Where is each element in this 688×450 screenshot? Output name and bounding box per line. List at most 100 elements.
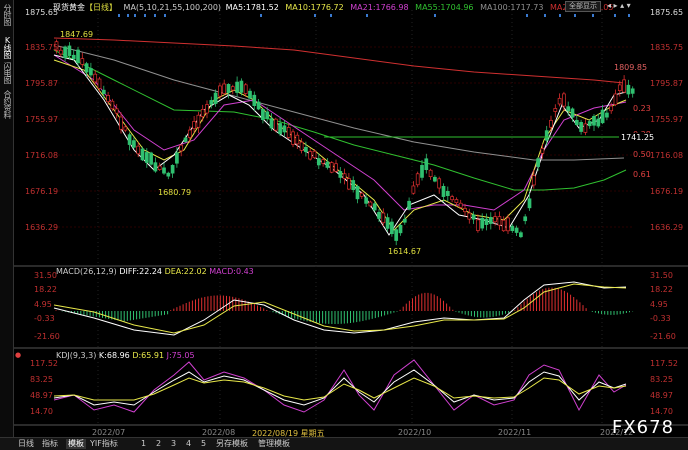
kdj-params: KDJ(9,3,3) <box>56 351 97 360</box>
candle-body <box>519 232 523 238</box>
candle-body <box>596 118 601 127</box>
candle-body <box>471 214 476 220</box>
bottom-item-0[interactable]: 日线 <box>18 439 34 449</box>
event-dot <box>118 14 120 17</box>
candle-body <box>58 49 63 55</box>
nav-arrows[interactable]: ◂ ▸ ▴ ▾ <box>607 1 631 10</box>
ma5-value: MA5:1781.52 <box>225 3 279 12</box>
candle-body <box>89 68 93 76</box>
event-dot <box>628 14 630 17</box>
candle-body <box>355 185 360 200</box>
macd-header: MACD(26,12,9) DIFF:22.24 DEA:22.02 MACD:… <box>56 267 254 276</box>
tab-timeshare[interactable]: 分时图 <box>1 4 12 25</box>
candle-body <box>140 148 145 161</box>
event-dot <box>127 14 129 17</box>
kdj-tick: 14.70 <box>30 407 53 416</box>
candle-body <box>252 94 257 106</box>
candle-body <box>226 84 231 93</box>
event-dot <box>614 14 616 17</box>
candle-body <box>273 118 278 131</box>
macd-tick-right: -0.33 <box>650 314 671 323</box>
candle-body <box>123 126 128 131</box>
show-all-button[interactable]: 全部显示 <box>565 1 601 12</box>
candle-body <box>304 146 308 153</box>
bottom-item-4[interactable]: 1 <box>141 439 146 449</box>
price-tick: 1795.87 <box>25 79 59 88</box>
candle-body <box>175 152 179 164</box>
period-label[interactable]: 【日线】 <box>85 3 117 12</box>
candle-body <box>230 86 235 91</box>
event-dot <box>134 14 136 17</box>
macd-tick-right: -21.60 <box>650 332 676 341</box>
bottom-item-3[interactable]: YIF指标 <box>90 439 118 449</box>
kdj-tick-right: 48.97 <box>650 391 673 400</box>
high-annotation: 1847.69 <box>60 30 94 39</box>
tab-kline[interactable]: K线图 <box>1 36 12 58</box>
candle-body <box>101 89 106 95</box>
ma55-value: MA55:1704.96 <box>415 3 474 12</box>
candle-body <box>93 73 98 83</box>
fib-061-label: 0.61 <box>633 170 651 179</box>
candle-body <box>480 217 485 229</box>
candle-body <box>398 224 403 234</box>
candle-body <box>531 175 536 186</box>
event-dot <box>592 14 594 17</box>
candle-body <box>377 211 381 219</box>
tab-contract-info[interactable]: 合约资料 <box>1 90 12 118</box>
kdj-d-value: D:65.91 <box>132 351 165 360</box>
candle-body <box>110 100 115 110</box>
candle-body <box>80 58 85 65</box>
candle-body <box>553 108 558 112</box>
macd-tick-right: 4.95 <box>650 300 668 309</box>
event-dot <box>434 14 436 17</box>
bottom-item-8[interactable]: 5 <box>201 439 206 449</box>
candle-body <box>200 109 205 117</box>
candle-body <box>441 186 446 197</box>
candle-body <box>514 227 519 233</box>
tab-lightning[interactable]: 闪电图 <box>1 62 12 83</box>
ma21-value: MA21:1766.98 <box>350 3 409 12</box>
bottom-item-6[interactable]: 3 <box>171 439 176 449</box>
kdj-tick: 117.52 <box>30 359 58 368</box>
candle-body <box>523 216 528 222</box>
macd-tick: -21.60 <box>34 332 60 341</box>
price-chart[interactable] <box>14 0 688 437</box>
candle-body <box>402 218 407 223</box>
bottom-item-7[interactable]: 4 <box>186 439 191 449</box>
macd-tick: 4.95 <box>34 300 52 309</box>
kdj-marker-icon: ● <box>15 351 22 359</box>
candle-body <box>450 196 454 201</box>
candle-body <box>71 54 76 60</box>
x-tick: 2022/08 <box>202 428 236 437</box>
candle-body <box>506 217 510 232</box>
price-tick: 1716.08 <box>25 151 59 160</box>
candle-body <box>157 165 162 170</box>
kdj-tick-right: 83.25 <box>650 375 673 384</box>
macd-dea-value: DEA:22.02 <box>164 267 207 276</box>
candle-body <box>347 178 351 190</box>
left-sidebar: 分时图 K线图 闪电图 合约资料 <box>0 0 14 437</box>
candle-body <box>282 125 287 133</box>
candle-body <box>544 130 549 141</box>
x-tick: 2022/07 <box>92 428 126 437</box>
macd-tick: -0.33 <box>34 314 55 323</box>
candle-body <box>428 169 433 178</box>
candle-body <box>329 162 334 173</box>
bottom-item-2[interactable]: 模板 <box>66 439 86 449</box>
candle-body <box>192 121 196 130</box>
event-dot <box>144 14 146 17</box>
bottom-item-10[interactable]: 管理模板 <box>258 439 290 449</box>
candle-body <box>592 115 596 126</box>
candle-body <box>566 106 571 112</box>
event-dot <box>164 14 166 17</box>
fib-price-label: 1741.25 <box>619 133 657 142</box>
candle-body <box>420 165 424 178</box>
bottom-item-1[interactable]: 指标 <box>42 439 58 449</box>
chart-header: 现货黄金【日线】 MA(5,10,21,55,100,200) MA5:1781… <box>53 2 613 13</box>
candle-body <box>364 197 368 204</box>
bottom-item-9[interactable]: 另存模板 <box>216 439 248 449</box>
candle-body <box>179 144 184 152</box>
event-dot <box>559 14 561 17</box>
candle-body <box>600 109 605 124</box>
bottom-item-5[interactable]: 2 <box>156 439 161 449</box>
